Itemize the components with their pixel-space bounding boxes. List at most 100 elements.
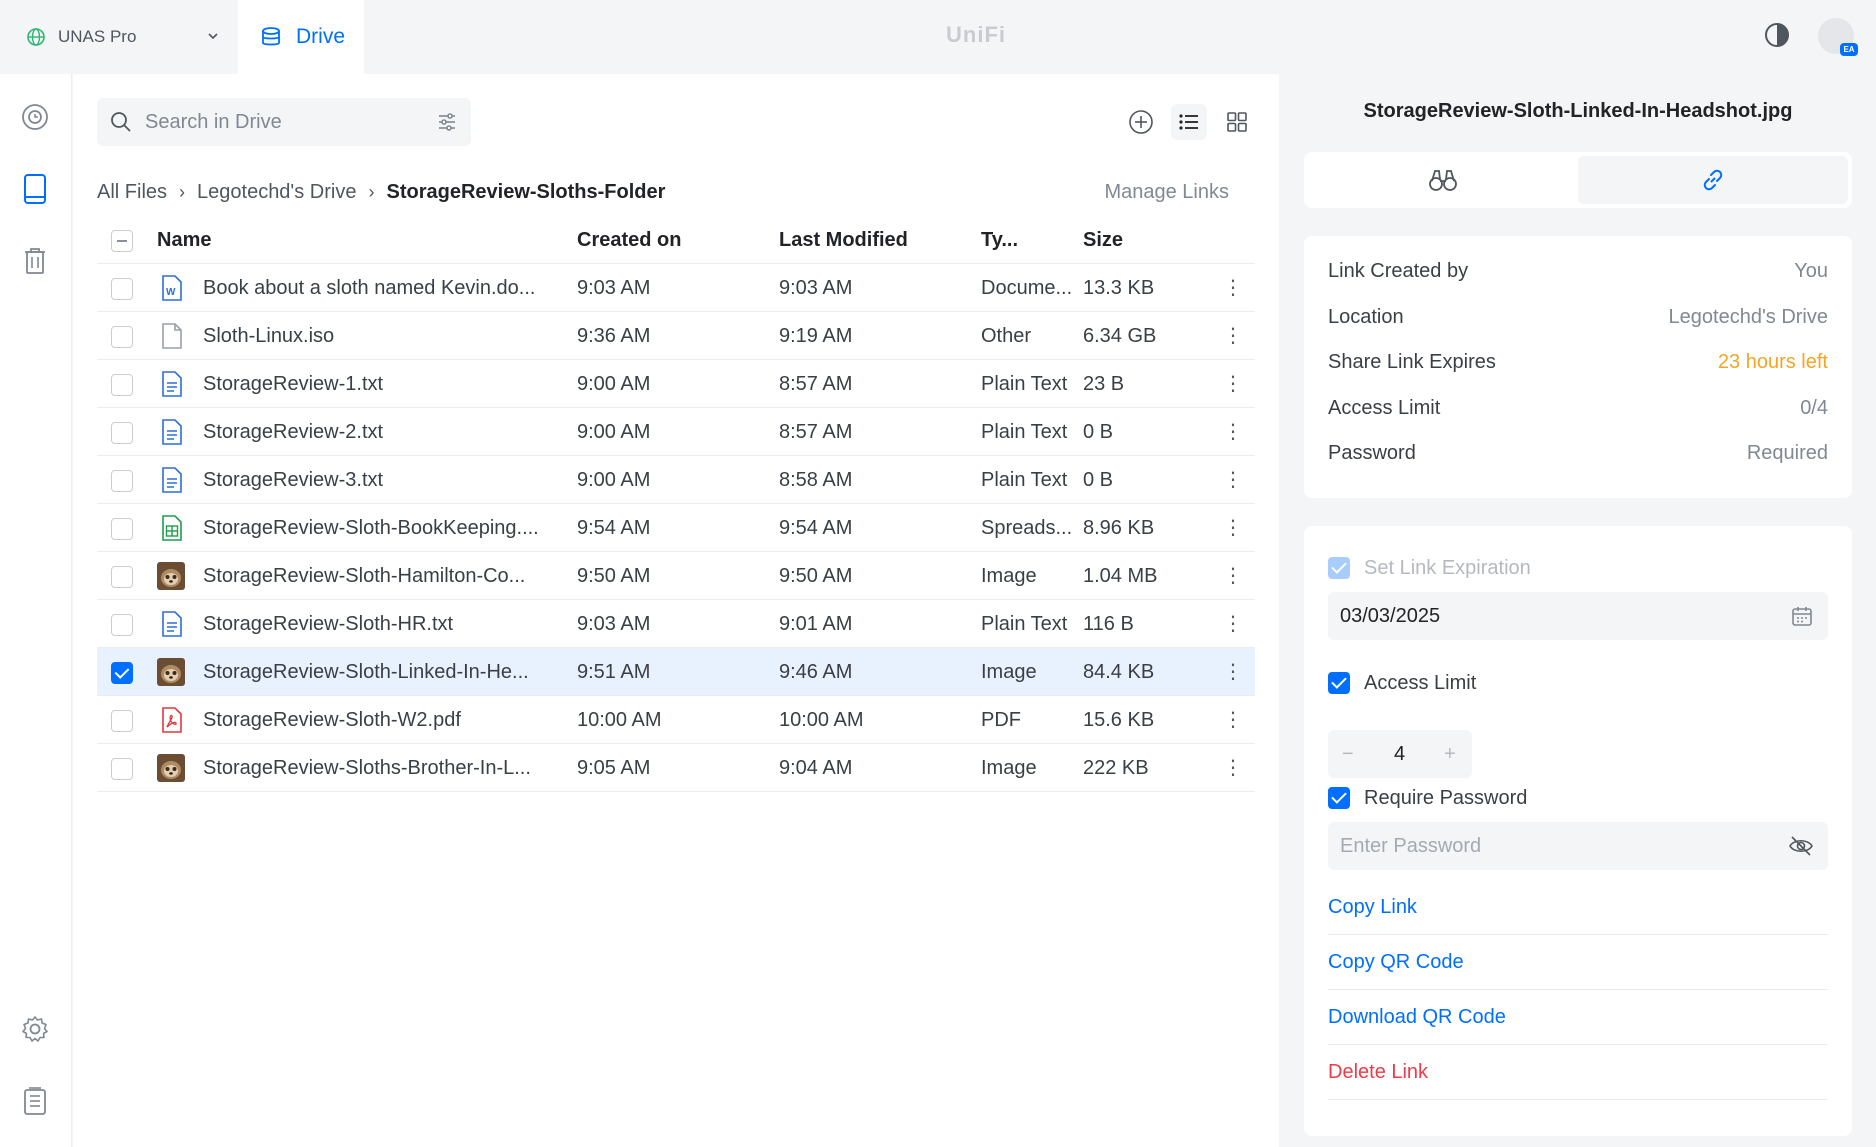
access-limit-checkbox[interactable] [1328,672,1350,694]
panel-tabs [1304,152,1852,208]
file-name[interactable]: StorageReview-Sloth-BookKeeping.... [203,504,543,552]
breadcrumb-all-files[interactable]: All Files [97,181,167,204]
table-row[interactable]: StorageReview-Sloth-HR.txt 9:03 AM 9:01 AM… [97,600,1255,648]
file-created: 9:03 AM [577,277,651,299]
table-row[interactable]: StorageReview-Sloth-Linked-In-He... 9:51 … [97,648,1255,696]
file-name[interactable]: StorageReview-Sloth-HR.txt [203,600,543,648]
column-size[interactable]: Size [1083,216,1203,264]
table-row[interactable]: StorageReview-2.txt 9:00 AM 8:57 AM Plain T… [97,408,1255,456]
image-thumbnail-icon [157,658,185,686]
avatar[interactable]: EA [1818,18,1858,56]
row-checkbox[interactable] [111,518,133,540]
row-checkbox[interactable] [111,374,133,396]
file-name[interactable]: StorageReview-Sloths-Brother-In-L... [203,744,543,792]
row-checkbox[interactable] [111,422,133,444]
file-name[interactable]: StorageReview-2.txt [203,408,543,456]
tab-details[interactable] [1308,156,1578,204]
nav-logs[interactable] [18,1084,52,1118]
manage-links-button[interactable]: Manage Links [1104,174,1229,210]
more-options-icon[interactable]: ⋮ [1223,552,1243,600]
table-row[interactable]: StorageReview-1.txt 9:00 AM 8:57 AM Plain T… [97,360,1255,408]
file-name[interactable]: StorageReview-3.txt [203,456,543,504]
more-options-icon[interactable]: ⋮ [1223,696,1243,744]
row-checkbox[interactable] [111,278,133,300]
row-checkbox[interactable] [111,662,133,684]
access-limit-value[interactable]: 4 [1394,730,1405,778]
nav-drive[interactable] [18,172,52,206]
tab-drive[interactable]: Drive [238,0,364,74]
file-name[interactable]: StorageReview-1.txt [203,360,543,408]
file-modified: 9:04 AM [779,757,853,779]
theme-toggle-icon[interactable] [1762,20,1792,50]
row-checkbox[interactable] [111,566,133,588]
more-options-icon[interactable]: ⋮ [1223,648,1243,696]
info-row-expires: Share Link Expires 23 hours left [1328,350,1828,373]
eye-off-icon[interactable] [1788,834,1814,858]
table-row[interactable]: StorageReview-3.txt 9:00 AM 8:58 AM Plain T… [97,456,1255,504]
password-field[interactable]: Enter Password [1328,822,1828,870]
more-options-icon[interactable]: ⋮ [1223,312,1243,360]
delete-link-button[interactable]: Delete Link [1328,1045,1828,1100]
more-options-icon[interactable]: ⋮ [1223,264,1243,312]
require-password-checkbox[interactable] [1328,787,1350,809]
filter-sliders-icon[interactable] [435,110,459,134]
more-options-icon[interactable]: ⋮ [1223,600,1243,648]
column-created[interactable]: Created on [577,216,737,264]
tab-share-link[interactable] [1578,156,1848,204]
select-all-checkbox[interactable] [111,230,133,252]
file-name[interactable]: StorageReview-Sloth-Linked-In-He... [203,648,543,696]
more-options-icon[interactable]: ⋮ [1223,504,1243,552]
set-expiration-checkbox[interactable] [1328,557,1350,579]
row-checkbox[interactable] [111,758,133,780]
password-input[interactable]: Enter Password [1340,835,1481,857]
table-row[interactable]: StorageReview-Sloths-Brother-In-L... 9:05… [97,744,1255,792]
file-name[interactable]: Book about a sloth named Kevin.do... [203,264,543,312]
column-modified[interactable]: Last Modified [779,216,939,264]
plus-circle-icon [1129,110,1153,134]
nav-recent[interactable] [18,100,52,134]
list-view-button[interactable] [1171,104,1207,140]
more-options-icon[interactable]: ⋮ [1223,744,1243,792]
expiration-date-field[interactable]: 03/03/2025 [1328,592,1828,640]
copy-link-button[interactable]: Copy Link [1328,880,1828,935]
file-name[interactable]: StorageReview-Sloth-W2.pdf [203,696,543,744]
add-button[interactable] [1123,104,1159,140]
svg-text:W: W [166,287,176,298]
search-box[interactable]: Search in Drive [97,98,471,146]
table-row[interactable]: StorageReview-Sloth-W2.pdf 10:00 AM 10:00 … [97,696,1255,744]
table-row[interactable]: StorageReview-Sloth-Hamilton-Co... 9:50 A… [97,552,1255,600]
access-limit-stepper[interactable]: − 4 + [1328,730,1472,778]
file-size: 6.34 GB [1083,325,1157,347]
nav-trash[interactable] [18,244,52,278]
row-checkbox[interactable] [111,614,133,636]
file-modified: 8:57 AM [779,373,853,395]
grid-view-button[interactable] [1219,104,1255,140]
more-options-icon[interactable]: ⋮ [1223,360,1243,408]
decrement-button[interactable]: − [1342,730,1354,778]
chevron-down-icon [208,33,218,40]
table-row[interactable]: W Book about a sloth named Kevin.do... 9:0… [97,264,1255,312]
calendar-icon[interactable] [1790,604,1814,628]
nav-settings[interactable] [18,1012,52,1046]
set-expiration-label: Set Link Expiration [1364,557,1531,579]
tablet-icon [24,174,46,204]
more-options-icon[interactable]: ⋮ [1223,408,1243,456]
file-name[interactable]: StorageReview-Sloth-Hamilton-Co... [203,552,543,600]
increment-button[interactable]: + [1444,730,1456,778]
search-input[interactable]: Search in Drive [145,111,282,134]
console-selector[interactable]: UNAS Pro [0,0,238,74]
row-checkbox[interactable] [111,326,133,348]
console-name: UNAS Pro [58,27,137,46]
breadcrumb-drive[interactable]: Legotechd's Drive [197,181,356,204]
copy-qr-code-button[interactable]: Copy QR Code [1328,935,1828,990]
column-type[interactable]: Ty... [981,216,1077,264]
row-checkbox[interactable] [111,710,133,732]
row-checkbox[interactable] [111,470,133,492]
more-options-icon[interactable]: ⋮ [1223,456,1243,504]
trash-icon [25,248,45,274]
column-name[interactable]: Name [157,216,497,264]
table-row[interactable]: Sloth-Linux.iso 9:36 AM 9:19 AM Other 6.34 G… [97,312,1255,360]
download-qr-code-button[interactable]: Download QR Code [1328,990,1828,1045]
table-row[interactable]: StorageReview-Sloth-BookKeeping.... 9:54 … [97,504,1255,552]
file-name[interactable]: Sloth-Linux.iso [203,312,543,360]
